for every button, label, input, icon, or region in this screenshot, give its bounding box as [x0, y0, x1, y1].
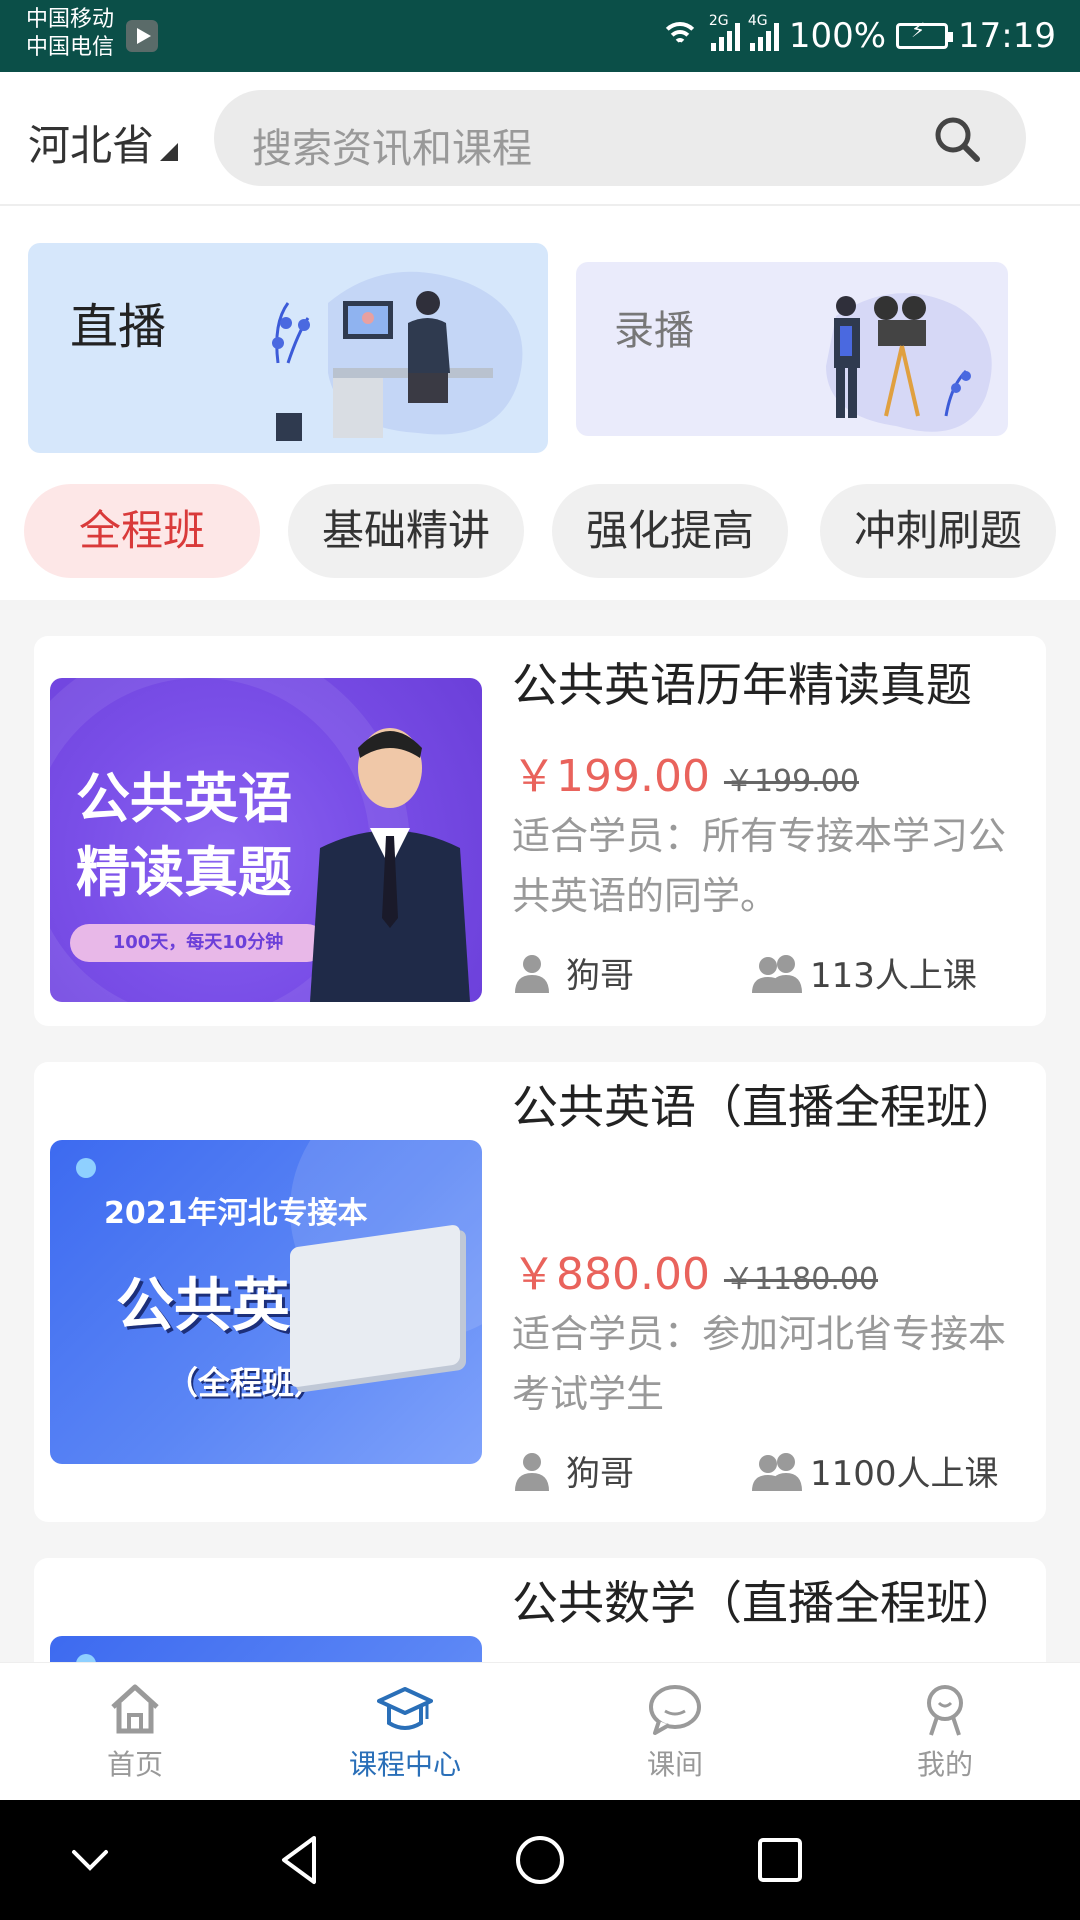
course-thumbnail: 2021年河北专接本 公共英语 （全程班） — [50, 1140, 482, 1464]
student-count: 1100人上课 — [748, 1446, 999, 1495]
thumbnail-line-1: 公共英语 — [76, 767, 292, 830]
category-tab-basics[interactable]: 基础精讲 — [288, 484, 524, 578]
battery-percent: 100% — [788, 16, 887, 56]
user-icon — [927, 1685, 963, 1736]
course-title[interactable]: 公共数学（直播全程班） — [512, 1572, 1018, 1634]
recorded-banner-title: 录播 — [614, 308, 694, 354]
teacher-icon — [515, 1452, 549, 1491]
student-count-label: 1100人上课 — [810, 1454, 999, 1494]
chat-bubble-icon — [649, 1685, 701, 1735]
nav-mine-label: 我的 — [916, 1748, 973, 1781]
recorded-banner[interactable]: 录播 — [576, 262, 1008, 436]
live-banner-title: 直播 — [70, 299, 167, 355]
teacher-info: 狗哥 — [512, 948, 634, 997]
students-icon — [752, 1452, 802, 1491]
course-description: 适合学员：所有专接本学习公共英语的同学。 — [512, 814, 1007, 918]
live-illustration — [272, 271, 523, 441]
price-row: ￥880.00 ￥1180.00 — [512, 1238, 878, 1302]
status-bar: 中国移动 中国电信 2G 4G 100% 17:19 — [0, 0, 1080, 72]
course-title[interactable]: 公共英语（直播全程班） — [512, 1076, 1018, 1138]
monitor-graphic — [290, 1224, 460, 1388]
nav-home[interactable]: 首页 — [0, 1663, 270, 1801]
wifi-icon — [659, 20, 701, 52]
nav-course-center[interactable]: 课程中心 — [270, 1663, 540, 1801]
course-card[interactable]: 2021年河北专接本 公共英语 （全程班） 公共英语（直播全程班） ￥880.0… — [34, 1062, 1046, 1522]
signal-2g-icon: 2G — [709, 13, 740, 51]
home-button-icon[interactable] — [510, 1830, 570, 1890]
network-type-2: 4G — [747, 13, 768, 29]
nav-break-label: 课间 — [646, 1748, 703, 1781]
teacher-info: 狗哥 — [512, 1446, 634, 1495]
current-price: ￥199.00 — [512, 751, 710, 802]
category-tabs: 全程班 基础精讲 强化提高 冲刺刷题 — [24, 484, 1056, 578]
recorded-illustration — [826, 293, 992, 432]
home-icon — [111, 1684, 159, 1734]
course-title[interactable]: 公共英语历年精读真题 — [512, 654, 1012, 716]
instructor-photo — [310, 728, 470, 1002]
original-price: ￥1180.00 — [723, 1262, 879, 1297]
nav-mine[interactable]: 我的 — [810, 1663, 1080, 1801]
clock: 17:19 — [958, 16, 1056, 56]
category-tab-full-course[interactable]: 全程班 — [24, 484, 260, 578]
course-meta: 狗哥 1100人上课 — [512, 1446, 1012, 1496]
student-count-label: 113人上课 — [810, 956, 977, 996]
student-count: 113人上课 — [748, 948, 977, 997]
original-price: ￥199.00 — [723, 764, 859, 799]
carrier-1: 中国移动 — [26, 7, 115, 32]
recent-apps-icon[interactable] — [750, 1830, 810, 1890]
top-header: 河北省 搜索资讯和课程 — [0, 72, 1080, 206]
teacher-name: 狗哥 — [566, 956, 634, 996]
chevron-down-icon[interactable] — [60, 1830, 120, 1890]
teacher-icon — [515, 954, 549, 993]
dropdown-triangle-icon — [160, 142, 179, 161]
status-icons: 2G 4G 100% 17:19 — [659, 13, 1056, 58]
carrier-2: 中国电信 — [26, 35, 115, 60]
course-description: 适合学员：参加河北省专接本考试学生 — [512, 1312, 1007, 1416]
course-list[interactable]: 公共英语 精读真题 100天，每天10分钟 公共英语历年精读真题 ￥199.00… — [0, 610, 1080, 1662]
nav-home-label: 首页 — [106, 1748, 163, 1781]
course-card[interactable]: 公共英语 精读真题 100天，每天10分钟 公共英语历年精读真题 ￥199.00… — [34, 636, 1046, 1026]
course-card[interactable]: 公共数学（直播全程班） — [34, 1558, 1046, 1662]
category-tab-sprint[interactable]: 冲刺刷题 — [820, 484, 1056, 578]
price-row: ￥199.00 ￥199.00 — [512, 740, 859, 804]
teacher-name: 狗哥 — [566, 1454, 634, 1494]
signal-4g-icon: 4G — [748, 13, 779, 51]
thumbnail-line-1: 2021年河北专接本 — [104, 1196, 368, 1231]
current-price: ￥880.00 — [512, 1249, 710, 1300]
province-selector[interactable]: 河北省 — [28, 112, 179, 173]
search-placeholder: 搜索资讯和课程 — [252, 126, 532, 172]
province-label: 河北省 — [28, 121, 155, 170]
media-notification-icon — [126, 20, 158, 52]
back-icon[interactable] — [270, 1830, 330, 1890]
thumbnail-badge: 100天，每天10分钟 — [70, 924, 326, 962]
course-meta: 狗哥 113人上课 — [512, 948, 1012, 998]
course-thumbnail: 公共英语 精读真题 100天，每天10分钟 — [50, 678, 482, 1002]
section-divider — [0, 600, 1080, 610]
search-icon[interactable] — [932, 114, 982, 164]
nav-break[interactable]: 课间 — [540, 1663, 810, 1801]
thumbnail-line-2: 精读真题 — [76, 841, 292, 904]
bottom-navigation: 首页 课程中心 课间 我的 — [0, 1662, 1080, 1800]
battery-charging-icon — [896, 18, 954, 49]
system-navigation-bar — [0, 1800, 1080, 1920]
nav-course-center-label: 课程中心 — [348, 1748, 461, 1781]
category-tab-advanced[interactable]: 强化提高 — [552, 484, 788, 578]
live-banner[interactable]: 直播 — [28, 243, 548, 453]
graduation-cap-icon — [377, 1687, 433, 1730]
search-bar[interactable]: 搜索资讯和课程 — [214, 90, 1026, 186]
network-type-1: 2G — [708, 13, 729, 29]
students-icon — [752, 954, 802, 993]
course-thumbnail — [50, 1636, 482, 1662]
carrier-info: 中国移动 中国电信 — [26, 6, 114, 62]
